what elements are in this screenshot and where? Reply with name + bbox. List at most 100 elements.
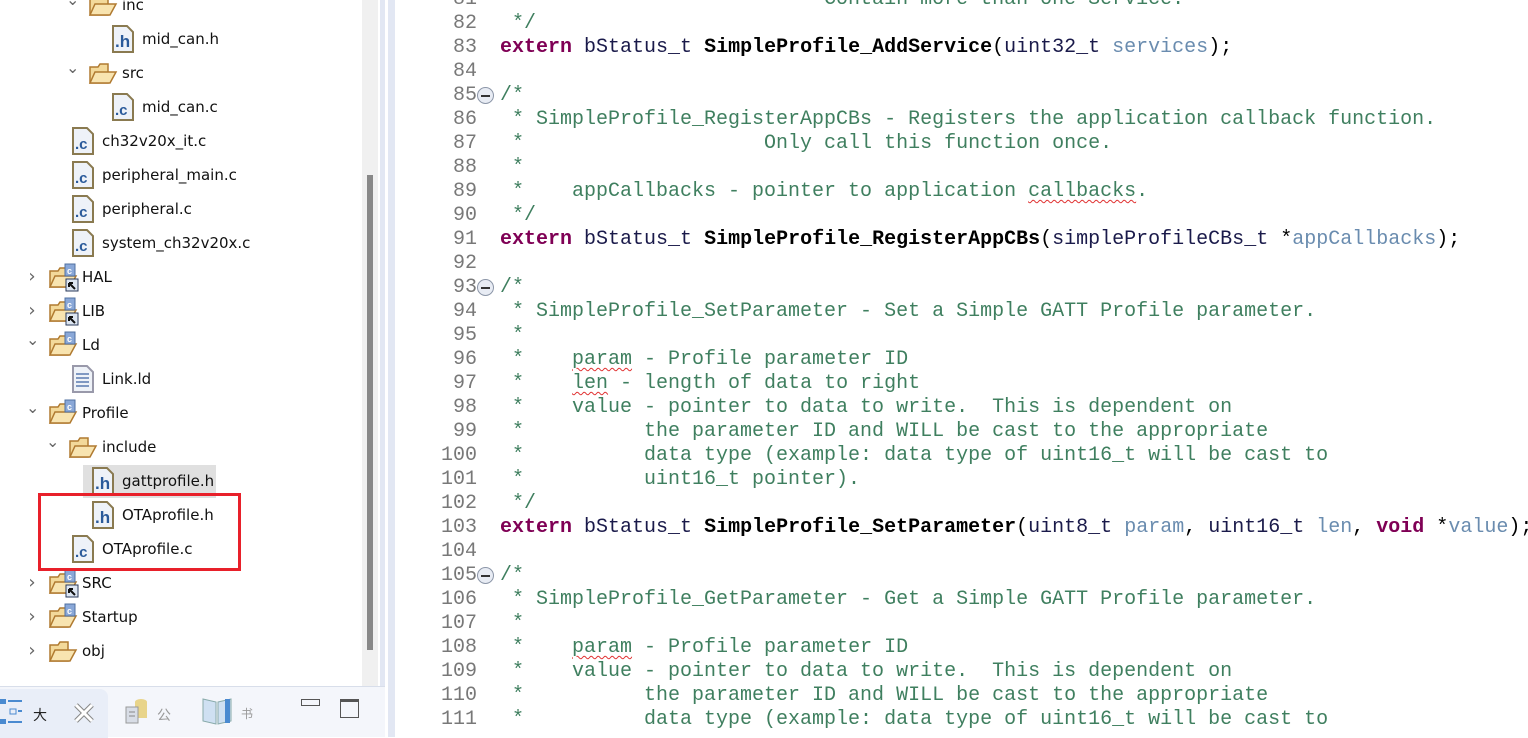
svg-text:c: c (67, 334, 72, 344)
code-token: ( (1040, 228, 1053, 251)
code-line[interactable]: * param - Profile parameter ID (500, 636, 908, 660)
code-line[interactable]: * (500, 324, 524, 348)
code-line[interactable]: * data type (example: data type of uint1… (500, 708, 1328, 732)
code-line[interactable]: */ (500, 492, 536, 516)
code-line[interactable]: * SimpleProfile_GetParameter - Get a Sim… (500, 588, 1316, 612)
collapse-fold-icon[interactable] (477, 567, 494, 584)
code-line[interactable]: * data type (example: data type of uint1… (500, 444, 1328, 468)
tree-item[interactable]: › c Startup (0, 600, 360, 634)
chevron-down-icon[interactable]: ⌄ (66, 0, 79, 8)
tree-item[interactable]: ⌄ src (0, 56, 360, 90)
code-token: * (500, 372, 573, 395)
code-line[interactable]: * Contain more than one Service. (500, 0, 1184, 12)
tree-item[interactable]: ⌄ c Profile (0, 396, 360, 430)
collapse-fold-icon[interactable] (477, 279, 494, 296)
project-explorer: ⌄ inc .h mid_can.h ⌄ src .c mid_can.c .c ch32v20x… (0, 0, 380, 686)
code-line[interactable]: * the parameter ID and WILL be cast to t… (500, 420, 1268, 444)
line-number: 89 (452, 180, 477, 203)
close-icon[interactable] (73, 702, 95, 724)
chevron-down-icon[interactable]: ⌄ (46, 434, 59, 450)
line-number: 111 (440, 708, 477, 731)
svg-text:.h: .h (95, 474, 110, 493)
maximize-icon[interactable] (340, 699, 359, 718)
tree-item-label: mid_can.h (142, 30, 220, 48)
database-icon[interactable] (124, 697, 150, 727)
code-line[interactable]: /* (500, 564, 524, 588)
code-token: * (500, 612, 525, 635)
h-file-icon: .h (112, 25, 140, 53)
code-line[interactable]: * value - pointer to data to write. This… (500, 396, 1232, 420)
code-line[interactable]: extern bStatus_t SimpleProfile_AddServic… (500, 36, 1232, 60)
code-token: /* (500, 564, 525, 587)
code-line[interactable]: * SimpleProfile_SetParameter - Set a Sim… (500, 300, 1316, 324)
chevron-right-icon[interactable]: › (26, 608, 38, 626)
line-number: 82 (452, 12, 477, 35)
tree-item[interactable]: › obj (0, 634, 360, 668)
code-line[interactable]: * param - Profile parameter ID (500, 348, 908, 372)
minimize-icon[interactable] (301, 699, 320, 706)
chevron-right-icon[interactable]: › (26, 302, 38, 320)
code-line[interactable]: * uint16_t pointer). (500, 468, 860, 492)
book-icon[interactable] (201, 696, 233, 728)
chevron-right-icon[interactable]: › (26, 574, 38, 592)
c-file-icon: .c (72, 127, 100, 155)
tree-item[interactable]: .c peripheral.c (0, 192, 360, 226)
collapse-fold-icon[interactable] (477, 87, 494, 104)
code-token: appCallbacks (1292, 228, 1437, 251)
code-line[interactable]: * appCallbacks - pointer to application … (500, 180, 1148, 204)
code-token: * SimpleProfile_SetParameter - Set a Sim… (500, 300, 1317, 323)
chevron-right-icon[interactable]: › (26, 268, 38, 286)
code-token: uint8_t (1028, 516, 1113, 539)
tree-item[interactable]: .c ch32v20x_it.c (0, 124, 360, 158)
code-token: param (1124, 516, 1185, 539)
tree-item[interactable]: Link.ld (0, 362, 360, 396)
tab-2-label[interactable]: 公 (157, 705, 171, 725)
code-line[interactable]: * len - length of data to right (500, 372, 920, 396)
code-line[interactable]: extern bStatus_t SimpleProfile_SetParame… (500, 516, 1528, 540)
code-token: * data type (example: data type of uint1… (500, 708, 1329, 731)
tree-item[interactable]: ⌄ c Ld (0, 328, 360, 362)
tree-item[interactable]: ⌄ include (0, 430, 360, 464)
chevron-down-icon[interactable]: ⌄ (26, 332, 39, 348)
spelling-error-token: len (572, 372, 609, 395)
code-line[interactable]: * SimpleProfile_RegisterAppCBs - Registe… (500, 108, 1436, 132)
code-line[interactable]: * Only call this function once. (500, 132, 1112, 156)
code-token: len (1316, 516, 1353, 539)
code-line[interactable]: * the parameter ID and WILL be cast to t… (500, 684, 1268, 708)
tree-item[interactable]: .c mid_can.c (0, 90, 360, 124)
code-editor[interactable]: 8182838485868788899091929394959697989910… (395, 0, 1528, 737)
code-token: * (1268, 228, 1293, 251)
code-line[interactable]: /* (500, 84, 524, 108)
code-line[interactable]: */ (500, 204, 536, 228)
c-file-icon: .c (72, 195, 100, 223)
code-line[interactable]: */ (500, 12, 536, 36)
tree-item[interactable]: › c SRC (0, 566, 360, 600)
tree-item-label: include (102, 438, 157, 456)
chevron-down-icon[interactable]: ⌄ (26, 400, 39, 416)
code-line[interactable]: /* (500, 276, 524, 300)
tree-item[interactable]: .h mid_can.h (0, 22, 360, 56)
line-number: 90 (452, 204, 477, 227)
code-line[interactable]: * value - pointer to data to write. This… (500, 660, 1232, 684)
chevron-right-icon[interactable]: › (26, 642, 38, 660)
code-token: extern (500, 516, 573, 539)
chevron-down-icon[interactable]: ⌄ (66, 60, 79, 76)
code-line[interactable]: * (500, 612, 524, 636)
svg-text:.c: .c (75, 204, 88, 221)
linked-source-folder-icon: c (48, 263, 79, 292)
tree-item[interactable]: ⌄ inc (0, 0, 360, 22)
code-token: * SimpleProfile_RegisterAppCBs - Registe… (500, 108, 1437, 131)
code-line[interactable]: * (500, 156, 524, 180)
tree-item[interactable]: › c HAL (0, 260, 360, 294)
tree-scrollbar-thumb[interactable] (367, 175, 373, 650)
source-folder-icon: c (48, 331, 78, 359)
tree-item[interactable]: .c system_ch32v20x.c (0, 226, 360, 260)
tree-item[interactable]: › c LIB (0, 294, 360, 328)
code-token: * value - pointer to data to write. This… (500, 396, 1233, 419)
code-line[interactable]: extern bStatus_t SimpleProfile_RegisterA… (500, 228, 1460, 252)
text-file-icon (72, 365, 100, 393)
tree-item[interactable]: .c peripheral_main.c (0, 158, 360, 192)
tab-3-label[interactable]: 书 (241, 705, 253, 722)
